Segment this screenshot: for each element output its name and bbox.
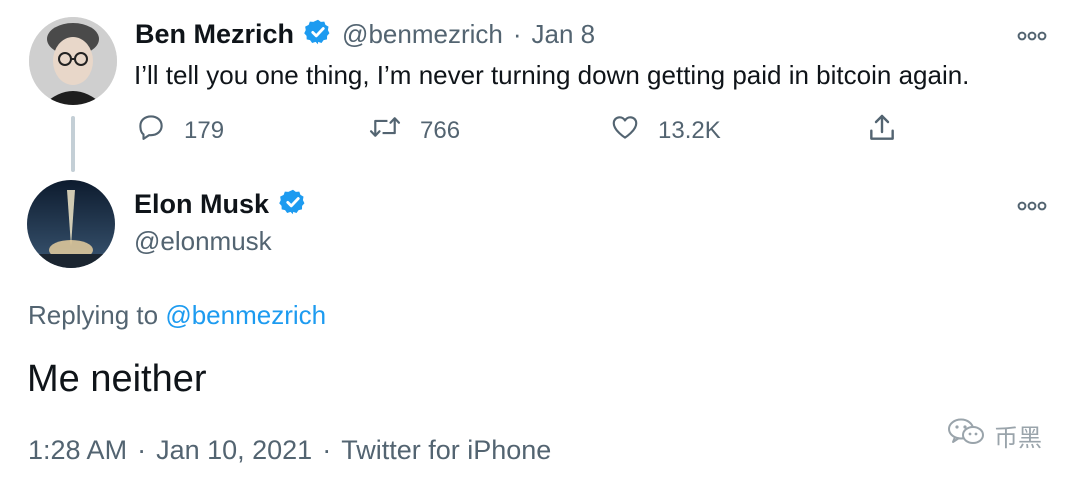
reply-count: 179 [184,116,225,144]
watermark: 币黑 [946,417,1042,454]
parent-tweet-text: I’ll tell you one thing, I’m never turni… [134,60,970,90]
replying-to-prefix: Replying to [28,300,159,330]
thread-line [71,116,75,172]
verified-icon [304,18,332,51]
tweet-meta: 1:28 AM · Jan 10, 2021 · Twitter for iPh… [28,435,551,466]
wechat-icon [946,417,986,454]
author-handle[interactable]: @benmezrich [342,19,503,50]
like-action[interactable]: 13.2K [610,112,721,149]
separator-dot: · [512,19,522,49]
retweet-count: 766 [420,116,461,144]
more-icon[interactable] [1017,198,1047,216]
retweet-action[interactable]: 766 [368,112,460,149]
tweet-source[interactable]: Twitter for iPhone [341,435,551,466]
share-icon[interactable] [866,112,898,149]
tweet-date[interactable]: Jan 8 [532,19,596,50]
tweet-date[interactable]: Jan 10, 2021 [156,435,312,466]
reply-action[interactable]: 179 [136,112,224,149]
avatar-elon-musk[interactable] [27,180,115,268]
like-count: 13.2K [658,116,721,144]
avatar-image [27,180,115,268]
author-handle[interactable]: @elonmusk [134,226,272,257]
like-icon [610,112,640,149]
main-tweet-text: Me neither [27,358,207,400]
reply-icon [136,112,166,149]
verified-icon [279,188,307,221]
main-tweet-header: Elon Musk [134,188,307,221]
replying-to: Replying to @benmezrich [28,300,326,331]
parent-tweet-header: Ben Mezrich @benmezrich · Jan 8 [135,18,595,51]
separator-dot: · [137,435,147,465]
separator-dot: · [322,435,332,465]
watermark-text: 币黑 [994,425,1042,452]
retweet-icon [368,112,402,149]
tweet-time[interactable]: 1:28 AM [28,435,127,466]
author-name[interactable]: Ben Mezrich [135,19,294,50]
replying-to-handle-link[interactable]: @benmezrich [165,300,326,330]
more-icon[interactable] [1017,28,1047,46]
author-name[interactable]: Elon Musk [134,189,269,220]
avatar-image [29,17,117,105]
avatar-ben-mezrich[interactable] [29,17,117,105]
